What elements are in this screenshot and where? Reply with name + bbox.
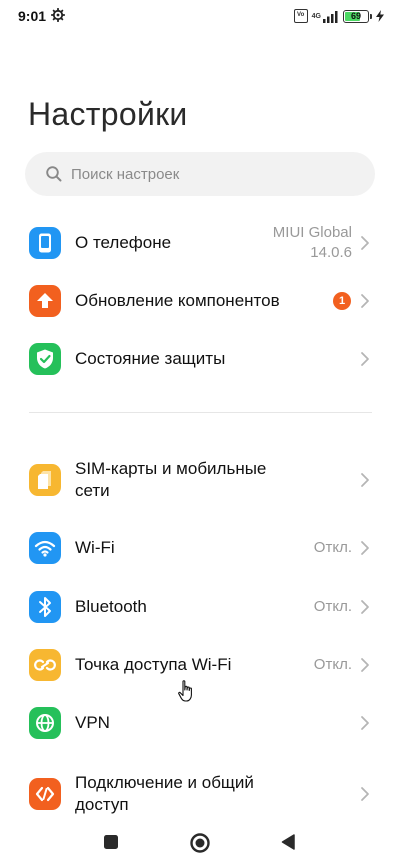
- bluetooth-icon: [29, 591, 61, 623]
- chevron-right-icon: [361, 658, 369, 672]
- globe-icon: [29, 707, 61, 739]
- hotspot-icon: [29, 649, 61, 681]
- chevron-right-icon: [361, 352, 369, 366]
- connection-sharing-icon: [29, 778, 61, 810]
- search-input[interactable]: [71, 165, 331, 183]
- item-label-line1: SIM-карты и мобильные: [75, 459, 267, 478]
- search-icon: [46, 166, 62, 182]
- item-label: Wi-Fi: [75, 538, 115, 557]
- item-label: VPN: [75, 713, 110, 732]
- phone-icon: [29, 227, 61, 259]
- settings-item-connection-sharing[interactable]: Подключение и общий доступ: [0, 765, 400, 823]
- item-label: Точка доступа Wi-Fi: [75, 655, 232, 674]
- hand-pointer-cursor-icon: [178, 680, 192, 702]
- settings-item-wifi-hotspot[interactable]: Точка доступа Wi-Fi Откл.: [0, 637, 400, 693]
- chevron-right-icon: [361, 600, 369, 614]
- settings-gear-icon: [51, 8, 65, 22]
- home-button[interactable]: [189, 832, 211, 854]
- battery-percent: 69: [350, 11, 361, 21]
- settings-item-vpn[interactable]: VPN: [0, 695, 400, 751]
- notification-badge: 1: [333, 292, 351, 310]
- item-label-line2: доступ: [75, 795, 129, 814]
- update-arrow-icon: [29, 285, 61, 317]
- status-time: 9:01: [18, 8, 47, 24]
- chevron-right-icon: [361, 294, 369, 308]
- page-title: Настройки: [28, 96, 188, 132]
- signal-strength-icon: [323, 10, 338, 23]
- item-value: Откл.: [313, 598, 352, 615]
- chevron-right-icon: [361, 716, 369, 730]
- miui-version-number: 14.0.6: [310, 244, 352, 261]
- settings-item-about-phone[interactable]: О телефоне MIUI Global 14.0.6: [0, 215, 400, 271]
- settings-item-bluetooth[interactable]: Bluetooth Откл.: [0, 579, 400, 635]
- miui-version-name: MIUI Global: [272, 224, 352, 241]
- recents-button[interactable]: [103, 834, 119, 850]
- shield-check-icon: [29, 343, 61, 375]
- item-value: Откл.: [313, 539, 352, 556]
- settings-item-wifi[interactable]: Wi-Fi Откл.: [0, 520, 400, 576]
- chevron-right-icon: [361, 473, 369, 487]
- chevron-right-icon: [361, 787, 369, 801]
- wifi-icon: [29, 532, 61, 564]
- item-label: SIM-карты и мобильные сети: [75, 458, 266, 502]
- volte-icon: Vo: [293, 9, 308, 23]
- status-indicators: Vo 4G 69: [293, 8, 384, 24]
- back-button[interactable]: [281, 834, 295, 850]
- item-label-line1: Подключение и общий: [75, 773, 254, 792]
- battery-icon: 69: [343, 9, 369, 23]
- back-icon: [281, 834, 295, 850]
- network-type: 4G: [311, 12, 321, 20]
- item-value: MIUI Global 14.0.6: [273, 223, 352, 263]
- section-divider: [29, 412, 372, 413]
- battery-tip: [370, 13, 372, 19]
- item-value: Откл.: [313, 656, 352, 673]
- sim-card-icon: [29, 464, 61, 496]
- chevron-right-icon: [361, 236, 369, 250]
- item-label: Подключение и общий доступ: [75, 772, 254, 816]
- home-icon: [190, 833, 210, 853]
- item-label: Обновление компонентов: [75, 291, 280, 310]
- navigation-bar: [0, 822, 400, 867]
- settings-item-sim-cards[interactable]: SIM-карты и мобильные сети: [0, 451, 400, 509]
- charging-bolt-icon: [376, 10, 384, 22]
- item-label: Bluetooth: [75, 597, 147, 616]
- search-bar[interactable]: [25, 152, 375, 196]
- item-label: О телефоне: [75, 233, 172, 252]
- recents-icon: [104, 835, 118, 849]
- item-label: Состояние защиты: [75, 349, 226, 368]
- status-bar: 9:01 Vo 4G 69: [0, 0, 400, 34]
- item-label-line2: сети: [75, 481, 110, 500]
- settings-item-protection-status[interactable]: Состояние защиты: [0, 331, 400, 387]
- settings-item-component-update[interactable]: Обновление компонентов 1: [0, 273, 400, 329]
- chevron-right-icon: [361, 541, 369, 555]
